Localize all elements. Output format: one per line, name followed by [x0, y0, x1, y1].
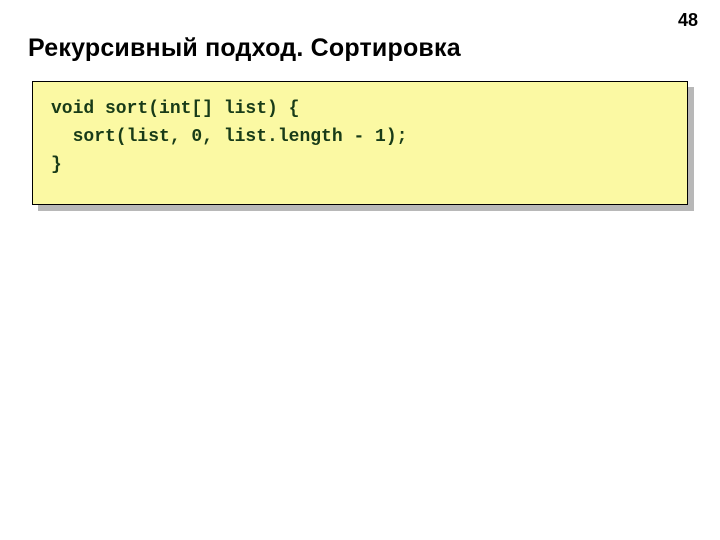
slide-container: 48 Рекурсивный подход. Сортировка void s…: [0, 0, 720, 540]
slide-title: Рекурсивный подход. Сортировка: [28, 34, 692, 63]
code-block: void sort(int[] list) { sort(list, 0, li…: [32, 81, 688, 205]
code-block-wrapper: void sort(int[] list) { sort(list, 0, li…: [32, 81, 688, 205]
page-number: 48: [678, 10, 698, 31]
